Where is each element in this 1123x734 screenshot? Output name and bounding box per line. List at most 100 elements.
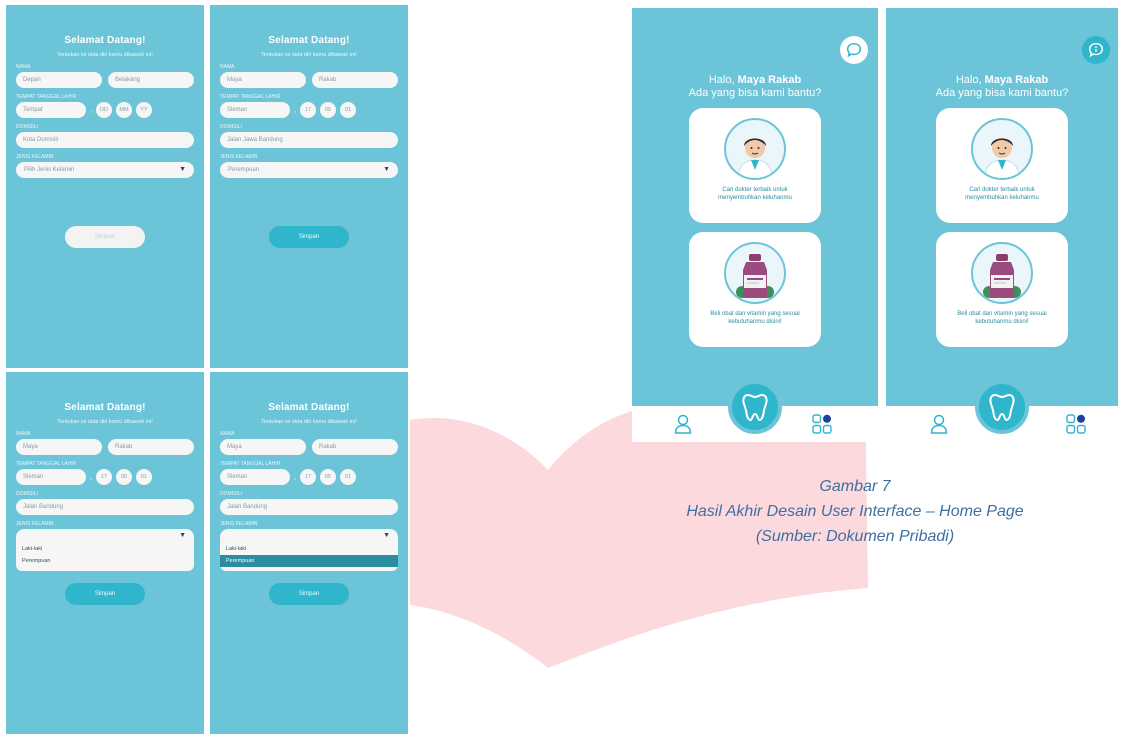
gender-label: JENIS KELAMIN xyxy=(16,154,54,160)
last-name-input[interactable]: Rakab xyxy=(312,439,398,455)
first-name-input[interactable]: Maya xyxy=(220,72,306,88)
gender-label: JENIS KELAMIN xyxy=(220,521,258,527)
domicile-input[interactable]: Jalan Jawa Bandung xyxy=(220,132,398,148)
option-male[interactable]: Laki-laki xyxy=(16,543,194,555)
gender-options-list: Laki-laki Perempuan xyxy=(220,541,398,571)
buy-medicine-text: Beli obat dan vitamin yang sesuai kebutu… xyxy=(957,311,1047,325)
first-name-input[interactable]: Maya xyxy=(16,439,102,455)
last-name-input[interactable]: Rakab xyxy=(108,439,194,455)
greeting-prefix: Halo, xyxy=(708,74,738,86)
birth-year-input[interactable]: 01 xyxy=(339,469,356,485)
figure-number: Gambar 7 xyxy=(819,478,891,495)
greeting-text: Halo, Maya Rakab Ada yang bisa kami bant… xyxy=(886,74,1118,100)
doctor-avatar-icon xyxy=(971,118,1033,180)
birth-label: TEMPAT TANGGAL LAHIR xyxy=(220,461,281,467)
find-doctor-card[interactable]: Cari dokter terbaik untuk menyembuhkan k… xyxy=(689,108,821,223)
medicine-bottle-icon xyxy=(724,242,786,304)
gender-label: JENIS KELAMIN xyxy=(220,154,258,160)
last-name-input[interactable]: Belakang xyxy=(108,72,194,88)
comma-separator: , xyxy=(90,106,92,114)
gender-dropdown-header[interactable]: ▼ xyxy=(220,529,398,541)
form-screen-dropdown-open: Selamat Datang! Tentukan isi data diri k… xyxy=(6,372,204,734)
home-screen-2: Halo, Maya Rakab Ada yang bisa kami bant… xyxy=(886,8,1118,442)
greeting-text: Halo, Maya Rakab Ada yang bisa kami bant… xyxy=(632,74,878,100)
tooth-home-button[interactable] xyxy=(975,380,1029,434)
birth-year-input[interactable]: YY xyxy=(135,102,152,118)
birth-place-input[interactable]: Sleman xyxy=(220,102,290,118)
form-title: Selamat Datang! xyxy=(268,35,350,46)
birth-day-input[interactable]: 17 xyxy=(95,469,112,485)
birth-place-input[interactable]: Sleman xyxy=(16,469,86,485)
save-button[interactable]: Simpan xyxy=(65,226,145,248)
birth-month-input[interactable]: 05 xyxy=(319,469,336,485)
gender-label: JENIS KELAMIN xyxy=(16,521,54,527)
save-button[interactable]: Simpan xyxy=(269,226,349,248)
comma-separator: , xyxy=(90,473,92,481)
domicile-label: DOMISILI xyxy=(220,491,242,497)
option-female[interactable]: Perempuan xyxy=(16,555,194,567)
birth-place-input[interactable]: Sleman xyxy=(220,469,290,485)
domicile-label: DOMISILI xyxy=(16,124,38,130)
greeting-prefix: Halo, xyxy=(955,74,985,86)
profile-icon[interactable] xyxy=(674,414,692,434)
save-button[interactable]: Simpan xyxy=(65,583,145,605)
domicile-input[interactable]: Kota Domisili xyxy=(16,132,194,148)
name-label: NAMA xyxy=(16,64,31,70)
grid-menu-icon[interactable] xyxy=(1066,414,1086,434)
birth-year-input[interactable]: 01 xyxy=(135,469,152,485)
caret-down-icon: ▼ xyxy=(179,531,186,539)
greeting-question: Ada yang bisa kami bantu? xyxy=(935,87,1069,99)
birth-month-input[interactable]: 05 xyxy=(115,469,132,485)
find-doctor-text: Cari dokter terbaik untuk menyembuhkan k… xyxy=(718,187,792,201)
user-name: Maya Rakab xyxy=(984,74,1049,86)
gender-dropdown[interactable]: ▼ Laki-laki Perempuan xyxy=(16,529,194,571)
comma-separator: , xyxy=(294,106,296,114)
chat-bubble-icon[interactable] xyxy=(840,36,868,64)
figure-title: Hasil Akhir Desain User Interface – Home… xyxy=(686,503,1024,520)
birth-month-input[interactable]: MM xyxy=(115,102,132,118)
form-subtitle: Tentukan isi data diri kamu dibawah ini! xyxy=(57,419,153,425)
birth-label: TEMPAT TANGGAL LAHIR xyxy=(16,94,77,100)
form-title: Selamat Datang! xyxy=(64,35,146,46)
find-doctor-card[interactable]: Cari dokter terbaik untuk menyembuhkan k… xyxy=(936,108,1068,223)
tooth-home-button[interactable] xyxy=(728,380,782,434)
gender-select-value: Pilih Jenis Kelamin xyxy=(24,167,75,173)
gender-select-value: Perempuan xyxy=(228,167,260,173)
tooth-icon xyxy=(989,393,1015,422)
buy-medicine-card[interactable]: Beli obat dan vitamin yang sesuai kebutu… xyxy=(689,232,821,347)
find-doctor-text: Cari dokter terbaik untuk menyembuhkan k… xyxy=(965,187,1039,201)
form-screen-filled: Selamat Datang! Tentukan isi data diri k… xyxy=(210,5,408,368)
first-name-input[interactable]: Depan xyxy=(16,72,102,88)
profile-icon[interactable] xyxy=(930,414,948,434)
domicile-input[interactable]: Jalan Bandung xyxy=(16,499,194,515)
gender-select[interactable]: Pilih Jenis Kelamin ▼ xyxy=(16,162,194,178)
last-name-input[interactable]: Rakab xyxy=(312,72,398,88)
save-button[interactable]: Simpan xyxy=(269,583,349,605)
birth-day-input[interactable]: DD xyxy=(95,102,112,118)
form-title: Selamat Datang! xyxy=(268,402,350,413)
gender-select[interactable]: Perempuan ▼ xyxy=(220,162,398,178)
form-screen-empty: Selamat Datang! Tentukan isi data diri k… xyxy=(6,5,204,368)
birth-label: TEMPAT TANGGAL LAHIR xyxy=(16,461,77,467)
birth-label: TEMPAT TANGGAL LAHIR xyxy=(220,94,281,100)
medicine-bottle-icon xyxy=(971,242,1033,304)
birth-place-input[interactable]: Tempat xyxy=(16,102,86,118)
form-subtitle: Tentukan isi data diri kamu dibawah ini! xyxy=(261,419,357,425)
gender-dropdown[interactable]: ▼ Laki-laki Perempuan xyxy=(220,529,398,571)
buy-medicine-card[interactable]: Beli obat dan vitamin yang sesuai kebutu… xyxy=(936,232,1068,347)
form-title: Selamat Datang! xyxy=(64,402,146,413)
grid-menu-icon[interactable] xyxy=(812,414,832,434)
birth-month-input[interactable]: 05 xyxy=(319,102,336,118)
first-name-input[interactable]: Maya xyxy=(220,439,306,455)
birth-year-input[interactable]: 01 xyxy=(339,102,356,118)
option-female-selected[interactable]: Perempuan xyxy=(220,555,398,567)
chat-bubble-icon[interactable] xyxy=(1082,36,1110,64)
birth-day-input[interactable]: 17 xyxy=(299,469,316,485)
gender-dropdown-header[interactable]: ▼ xyxy=(16,529,194,541)
greeting-question: Ada yang bisa kami bantu? xyxy=(688,87,822,99)
domicile-label: DOMISILI xyxy=(220,124,242,130)
birth-day-input[interactable]: 17 xyxy=(299,102,316,118)
domicile-input[interactable]: Jalan Bandung xyxy=(220,499,398,515)
option-male[interactable]: Laki-laki xyxy=(220,543,398,555)
form-screen-option-selected: Selamat Datang! Tentukan isi data diri k… xyxy=(210,372,408,734)
